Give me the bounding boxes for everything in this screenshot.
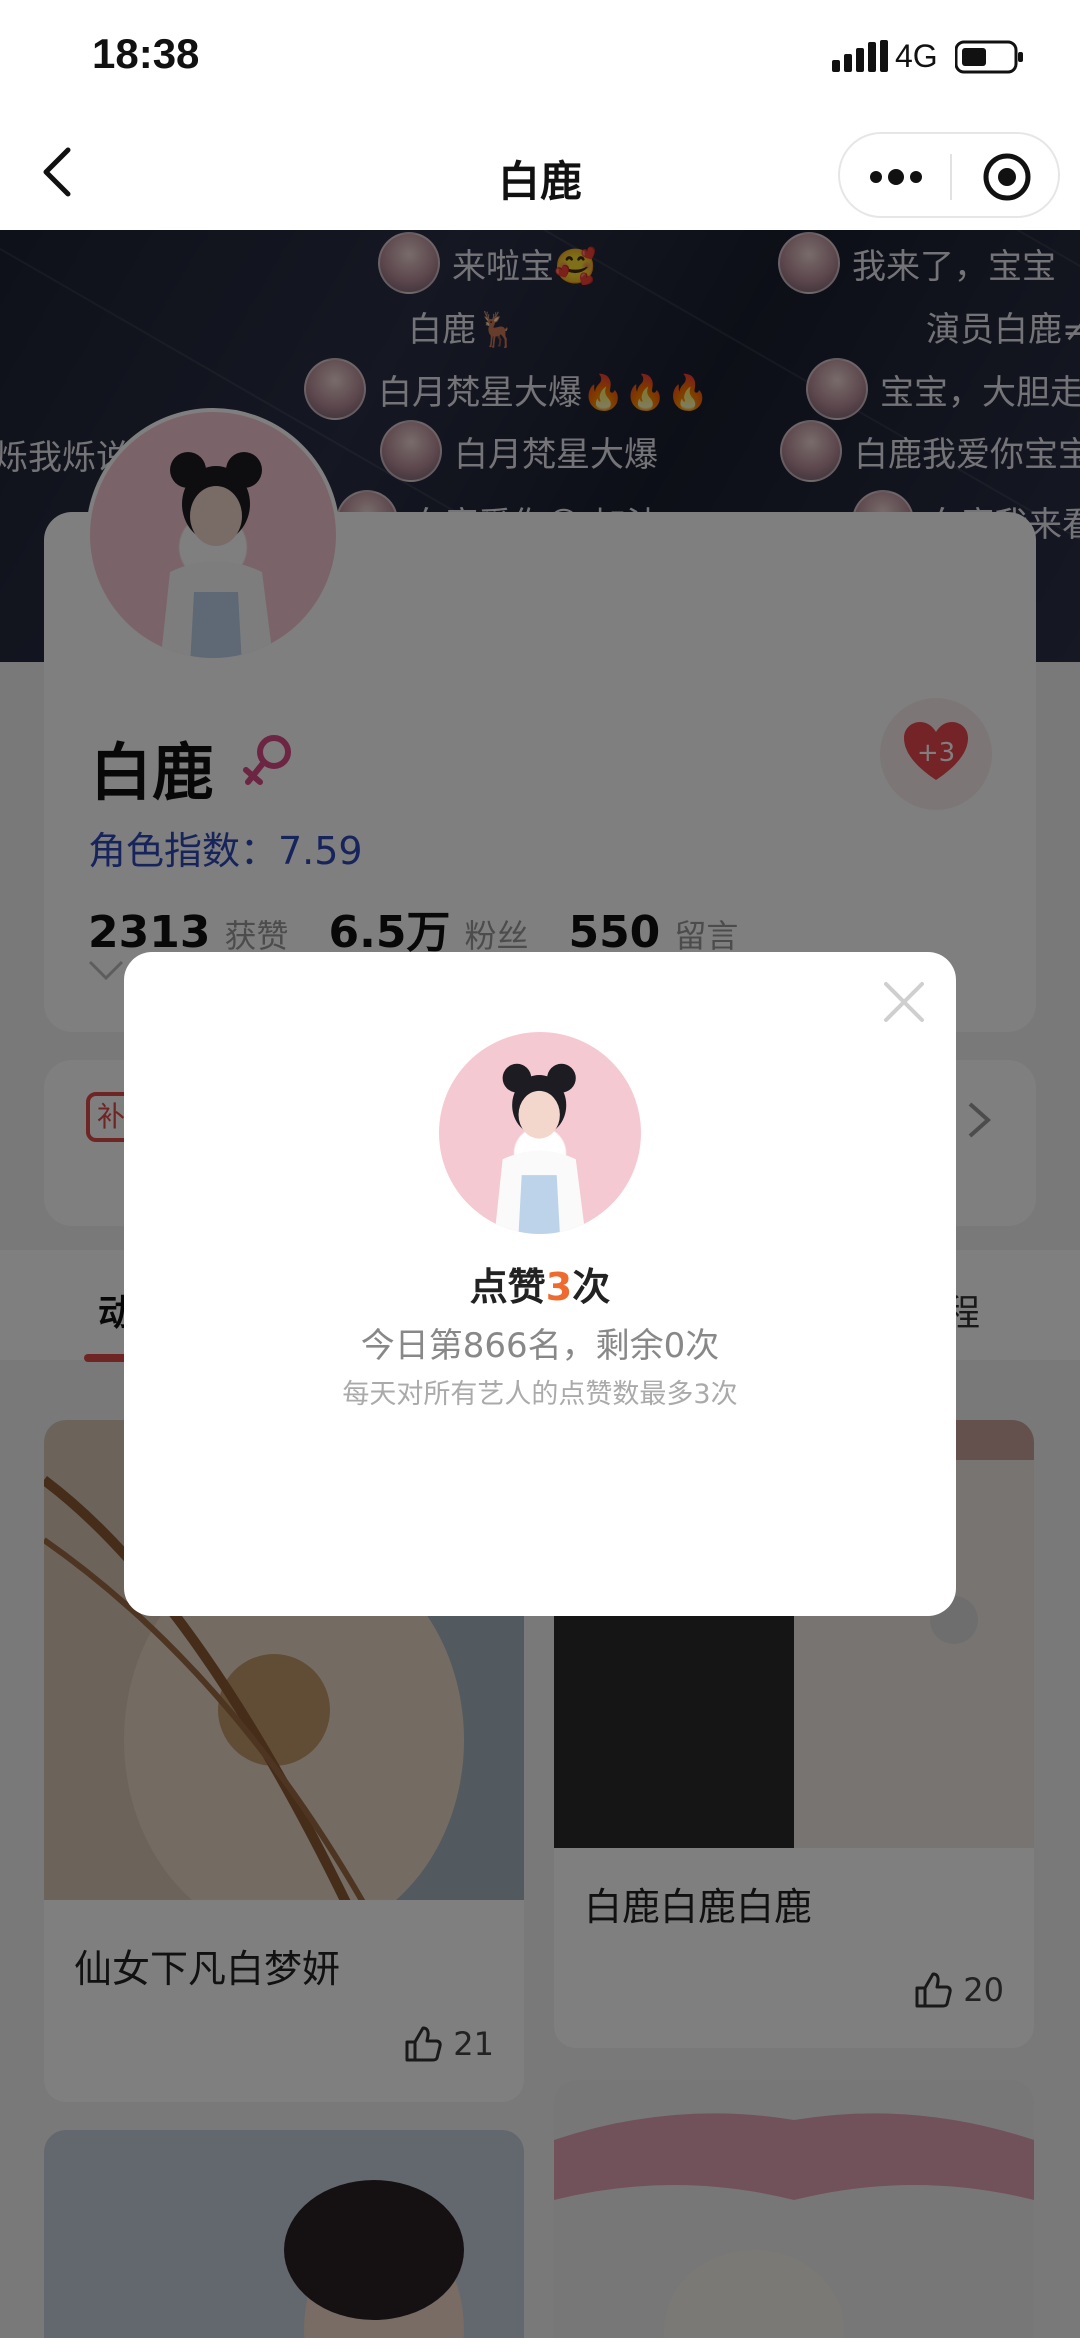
miniprogram-capsule (838, 132, 1060, 218)
nav-bar: 白鹿 (0, 120, 1080, 230)
battery-icon (955, 40, 1023, 74)
close-icon[interactable] (882, 980, 926, 1024)
dialog-avatar (439, 1032, 641, 1234)
signal-icon (832, 40, 888, 72)
close-miniprogram-icon[interactable] (982, 152, 1032, 202)
capsule-divider (950, 154, 952, 200)
dialog-title: 点赞3次 (469, 1265, 611, 1309)
portrait-illustration (494, 1063, 586, 1234)
network-label: 4G (895, 38, 938, 74)
like-count-highlight: 3 (545, 1265, 573, 1309)
more-icon[interactable] (868, 162, 924, 192)
status-time: 18:38 (92, 30, 200, 77)
dialog-rank-text: 今日第866名，剩余0次 (360, 1326, 720, 1366)
dialog-note: 每天对所有艺人的点赞数最多3次 (342, 1379, 738, 1410)
like-result-dialog: 点赞3次 今日第866名，剩余0次 每天对所有艺人的点赞数最多3次 (124, 952, 956, 1616)
status-bar: 18:38 4G (0, 0, 1080, 120)
